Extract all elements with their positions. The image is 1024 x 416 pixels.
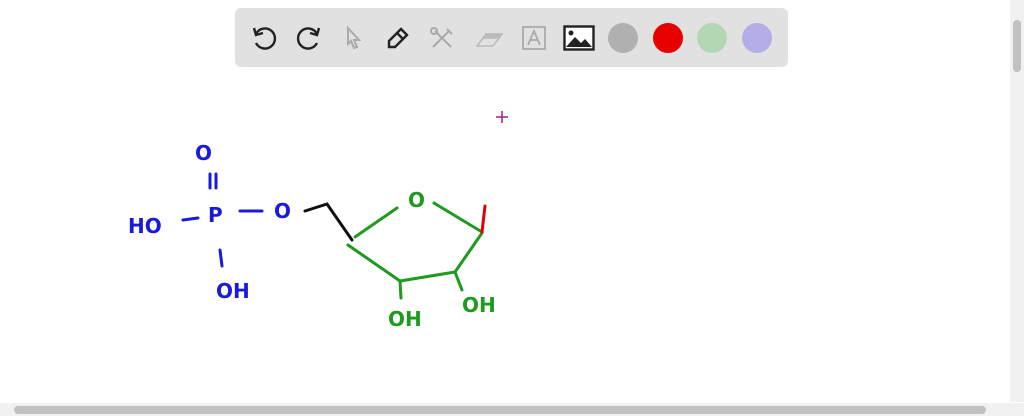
horizontal-scrollbar[interactable] <box>0 403 1024 416</box>
undo-icon <box>252 27 277 50</box>
text-icon <box>522 26 546 50</box>
redo-button[interactable] <box>293 22 325 54</box>
horizontal-scrollbar-thumb[interactable] <box>14 406 986 414</box>
pen-icon <box>387 27 409 49</box>
cursor-crosshair-icon <box>496 111 508 123</box>
label-ho: HO <box>128 214 162 238</box>
label-o-top: O <box>195 141 212 165</box>
label-oh-phosphate: OH <box>216 279 250 303</box>
tools-button[interactable] <box>426 22 458 54</box>
color-swatch-red[interactable] <box>653 23 683 53</box>
label-oh-c2: OH <box>462 293 496 317</box>
image-icon <box>563 25 595 51</box>
image-button[interactable] <box>563 22 595 54</box>
vertical-scrollbar-thumb[interactable] <box>1013 20 1021 72</box>
label-ring-o: O <box>408 188 425 212</box>
vertical-scrollbar[interactable] <box>1010 0 1024 402</box>
phosphate-group: O HO P O OH <box>128 141 291 303</box>
anomeric-bond <box>480 204 487 234</box>
label-oh-c3: OH <box>388 307 422 331</box>
color-swatch-gray[interactable] <box>608 23 638 53</box>
toolbar <box>235 8 788 67</box>
label-p: P <box>208 203 223 227</box>
eraser-button[interactable] <box>473 22 505 54</box>
eraser-icon <box>475 33 504 47</box>
ch2-bond <box>303 202 354 242</box>
label-o-link: O <box>274 199 291 223</box>
color-swatch-purple[interactable] <box>742 23 772 53</box>
tools-icon <box>430 27 453 48</box>
pen-button[interactable] <box>382 22 414 54</box>
select-icon <box>347 25 362 50</box>
text-button[interactable] <box>518 22 550 54</box>
undo-button[interactable] <box>248 22 280 54</box>
ribose-ring: O OH OH <box>346 188 496 331</box>
redo-icon <box>296 27 321 50</box>
select-button[interactable] <box>337 22 369 54</box>
color-swatch-green[interactable] <box>697 23 727 53</box>
